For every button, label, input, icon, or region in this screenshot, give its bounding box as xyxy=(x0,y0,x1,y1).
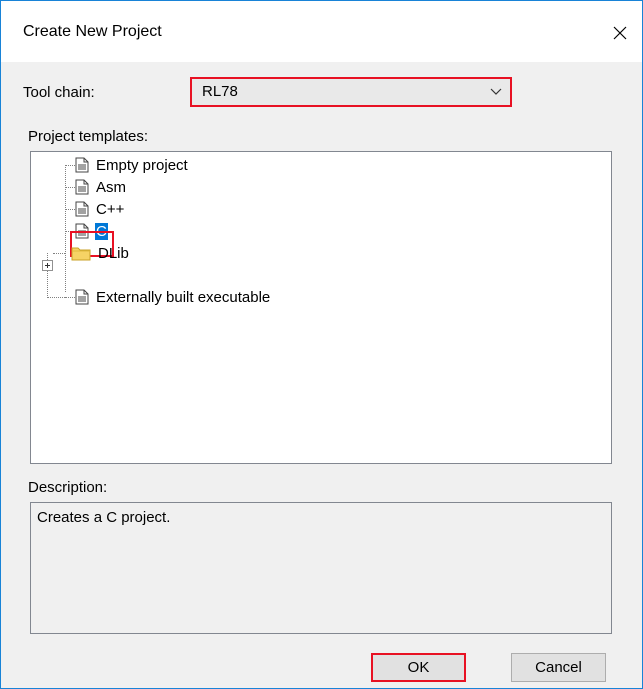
document-icon xyxy=(75,223,89,239)
create-project-dialog: Create New Project Tool chain: RL78 Proj… xyxy=(0,0,643,689)
chevron-down-icon xyxy=(490,88,502,95)
tree-line xyxy=(53,253,65,254)
description-box: Creates a C project. xyxy=(30,502,612,634)
ok-button[interactable]: OK xyxy=(371,653,466,682)
tree-line xyxy=(47,297,65,298)
templates-label: Project templates: xyxy=(28,128,149,145)
cancel-button[interactable]: Cancel xyxy=(511,653,606,682)
document-icon xyxy=(75,201,89,217)
dialog-title: Create New Project xyxy=(23,23,162,40)
tree-item-label: DLib xyxy=(98,244,129,262)
tree-line xyxy=(65,187,75,188)
document-icon xyxy=(75,289,89,305)
tree-line xyxy=(65,209,75,210)
tree-item-empty-project[interactable]: Empty project xyxy=(75,154,189,176)
tree-item-cpp[interactable]: C++ xyxy=(75,198,125,220)
title-bar: Create New Project xyxy=(1,1,642,62)
close-button[interactable] xyxy=(598,11,642,55)
expand-toggle[interactable] xyxy=(42,260,53,271)
plus-icon xyxy=(45,263,50,268)
tree-item-asm[interactable]: Asm xyxy=(75,176,127,198)
tree-item-label: Empty project xyxy=(96,156,188,174)
tree-item-label: Externally built executable xyxy=(96,288,271,306)
description-text: Creates a C project. xyxy=(37,509,171,526)
tree-item-c[interactable]: C xyxy=(75,220,108,242)
tree-item-label: C xyxy=(95,222,108,240)
tree-line xyxy=(65,165,75,166)
close-icon xyxy=(613,26,627,40)
tree-item-label: Asm xyxy=(96,178,126,196)
document-icon xyxy=(75,157,89,173)
toolchain-label: Tool chain: xyxy=(23,84,95,101)
tree-item-dlib[interactable]: DLib xyxy=(71,242,130,264)
description-label: Description: xyxy=(28,479,108,496)
toolchain-value: RL78 xyxy=(202,83,238,100)
templates-tree[interactable]: Empty project Asm C++ C DLib Externally … xyxy=(30,151,612,464)
toolchain-select[interactable]: RL78 xyxy=(191,78,511,106)
tree-line xyxy=(65,165,66,292)
tree-item-external-executable[interactable]: Externally built executable xyxy=(75,286,271,308)
tree-line xyxy=(65,231,75,232)
folder-icon xyxy=(71,247,91,261)
document-icon xyxy=(75,179,89,195)
tree-line xyxy=(65,297,75,298)
tree-item-label: C++ xyxy=(96,200,125,218)
